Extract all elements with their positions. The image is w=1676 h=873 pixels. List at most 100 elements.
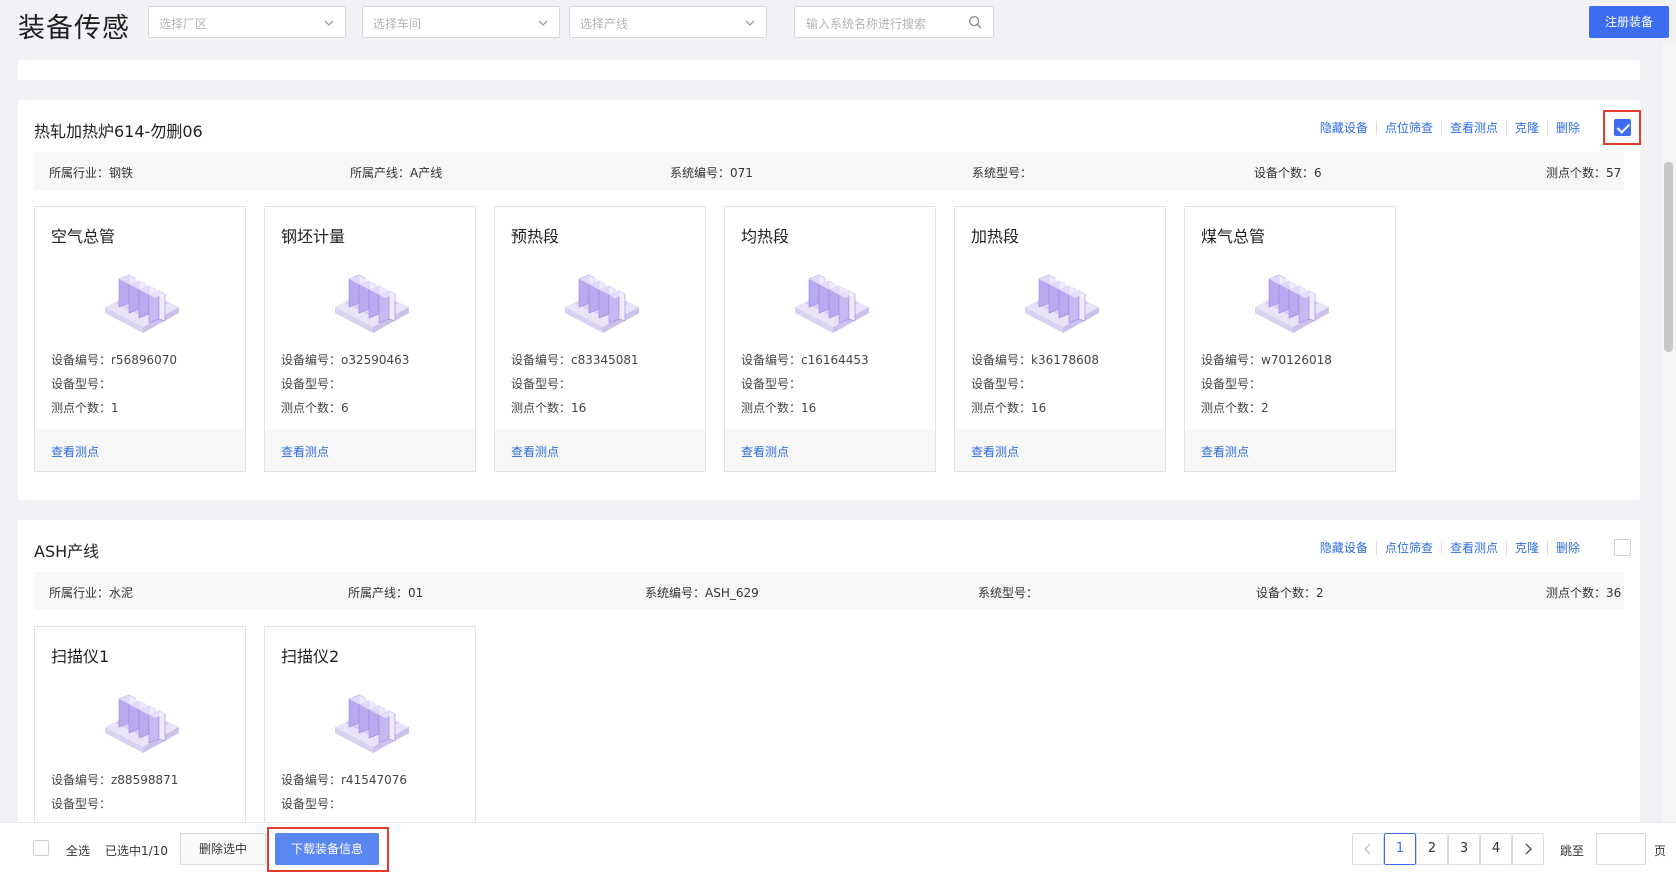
delete-selected-button[interactable]: 删除选中: [180, 833, 266, 865]
device-name: 加热段: [971, 227, 1020, 246]
bottom-action-bar: 全选 已选中1/10 删除选中 下载装备信息 1 2 3 4 跳至 页: [0, 822, 1676, 873]
info-industry: 所属行业：钢铁: [49, 166, 134, 180]
device-code: 设备编号：o32590463: [281, 353, 410, 367]
info-system-model: 系统型号：: [972, 166, 1033, 180]
clone-link[interactable]: 克隆: [1507, 541, 1548, 555]
info-point-count: 测点个数：57: [1546, 166, 1622, 180]
device-model: 设备型号：: [741, 377, 802, 391]
top-bar: 装备传感 选择厂区 选择车间 选择产线 输入系统名称进行搜索 注册装备: [0, 0, 1676, 44]
view-points-link[interactable]: 查看测点: [1442, 541, 1507, 555]
device-points: 测点个数：16: [511, 401, 587, 415]
device-card[interactable]: 扫描仪2 设备编号：r41547076 设备型号：: [264, 626, 476, 822]
device-card[interactable]: 空气总管 设备编号：r56896070 设备型号： 测点个数：1 查看测点: [34, 206, 246, 472]
server-rack-icon: [1249, 263, 1333, 333]
view-points-link[interactable]: 查看测点: [971, 443, 1019, 460]
group-select-checkbox[interactable]: [1614, 539, 1631, 556]
device-name: 钢坯计量: [281, 227, 346, 246]
next-page-button[interactable]: [1512, 833, 1544, 865]
card-footer: 查看测点: [265, 429, 475, 471]
search-icon[interactable]: [968, 15, 983, 30]
device-code: 设备编号：k36178608: [971, 353, 1100, 367]
server-rack-icon: [99, 263, 183, 333]
card-footer: 查看测点: [725, 429, 935, 471]
chevron-left-icon: [1364, 843, 1371, 855]
chevron-down-icon: [324, 20, 334, 26]
device-card[interactable]: 加热段 设备编号：k36178608 设备型号： 测点个数：16 查看测点: [954, 206, 1166, 472]
point-screening-link[interactable]: 点位筛查: [1377, 121, 1442, 135]
view-points-link[interactable]: 查看测点: [281, 443, 329, 460]
hide-devices-link[interactable]: 隐藏设备: [1312, 121, 1377, 135]
device-code: 设备编号：c16164453: [741, 353, 869, 367]
server-rack-icon: [789, 263, 873, 333]
card-footer: 查看测点: [1185, 429, 1395, 471]
page-button-2[interactable]: 2: [1416, 833, 1448, 865]
server-rack-icon: [99, 683, 183, 753]
group-actions: 隐藏设备 点位筛查 查看测点 克隆 删除: [1312, 541, 1588, 555]
page-button-3[interactable]: 3: [1448, 833, 1480, 865]
device-name: 均热段: [741, 227, 790, 246]
view-points-link[interactable]: 查看测点: [511, 443, 559, 460]
search-placeholder: 输入系统名称进行搜索: [806, 17, 927, 31]
device-model: 设备型号：: [971, 377, 1032, 391]
device-code: 设备编号：r41547076: [281, 773, 408, 787]
line-select-placeholder: 选择产线: [580, 17, 629, 31]
content-scroll-area[interactable]: 热轧加热炉614-勿删06 隐藏设备 点位筛查 查看测点 克隆 删除 所属行业：…: [0, 44, 1660, 822]
clone-link[interactable]: 克隆: [1507, 121, 1548, 135]
view-points-link[interactable]: 查看测点: [51, 443, 99, 460]
card-footer: 查看测点: [495, 429, 705, 471]
register-equipment-button[interactable]: 注册装备: [1589, 6, 1669, 38]
prev-page-button[interactable]: [1352, 833, 1384, 865]
info-system-no: 系统编号：ASH_629: [645, 586, 759, 600]
delete-link[interactable]: 删除: [1548, 121, 1588, 135]
chevron-down-icon: [745, 20, 755, 26]
system-group: ASH产线 隐藏设备 点位筛查 查看测点 克隆 删除 所属行业：水泥 所属产线：…: [18, 520, 1640, 822]
server-rack-icon: [559, 263, 643, 333]
selected-count: 已选中1/10: [105, 844, 168, 858]
search-input[interactable]: 输入系统名称进行搜索: [794, 6, 994, 38]
page-button-1[interactable]: 1: [1384, 833, 1416, 865]
group-info-bar: 所属行业：钢铁 所属产线：A产线 系统编号：071 系统型号： 设备个数：6 测…: [34, 152, 1624, 190]
point-screening-link[interactable]: 点位筛查: [1377, 541, 1442, 555]
device-model: 设备型号：: [51, 797, 112, 811]
group-actions: 隐藏设备 点位筛查 查看测点 克隆 删除: [1312, 121, 1588, 135]
info-device-count: 设备个数：6: [1254, 166, 1322, 180]
line-select[interactable]: 选择产线: [569, 6, 767, 38]
device-points: 测点个数：2: [1201, 401, 1269, 415]
info-line: 所属产线：01: [348, 586, 424, 600]
device-points: 测点个数：16: [971, 401, 1047, 415]
select-all-checkbox[interactable]: [33, 840, 49, 856]
device-code: 设备编号：c83345081: [511, 353, 639, 367]
device-model: 设备型号：: [1201, 377, 1262, 391]
device-model: 设备型号：: [511, 377, 572, 391]
server-rack-icon: [329, 263, 413, 333]
device-card[interactable]: 扫描仪1 设备编号：z88598871 设备型号：: [34, 626, 246, 822]
device-card[interactable]: 钢坯计量 设备编号：o32590463 设备型号： 测点个数：6 查看测点: [264, 206, 476, 472]
info-industry: 所属行业：水泥: [49, 586, 134, 600]
hide-devices-link[interactable]: 隐藏设备: [1312, 541, 1377, 555]
delete-link[interactable]: 删除: [1548, 541, 1588, 555]
scrollbar-thumb[interactable]: [1664, 162, 1673, 352]
device-name: 煤气总管: [1201, 227, 1266, 246]
device-card[interactable]: 均热段 设备编号：c16164453 设备型号： 测点个数：16 查看测点: [724, 206, 936, 472]
jump-page-input[interactable]: [1596, 833, 1646, 865]
factory-select[interactable]: 选择厂区: [148, 6, 346, 38]
device-code: 设备编号：z88598871: [51, 773, 179, 787]
device-name: 扫描仪1: [51, 647, 110, 666]
chevron-down-icon: [538, 20, 548, 26]
select-all-label[interactable]: 全选: [66, 842, 90, 859]
view-points-link[interactable]: 查看测点: [1201, 443, 1249, 460]
view-points-link[interactable]: 查看测点: [1442, 121, 1507, 135]
highlight-box: [267, 827, 389, 872]
page-button-4[interactable]: 4: [1480, 833, 1512, 865]
view-points-link[interactable]: 查看测点: [741, 443, 789, 460]
group-info-bar: 所属行业：水泥 所属产线：01 系统编号：ASH_629 系统型号： 设备个数：…: [34, 572, 1624, 610]
device-points: 测点个数：16: [741, 401, 817, 415]
device-card[interactable]: 预热段 设备编号：c83345081 设备型号： 测点个数：16 查看测点: [494, 206, 706, 472]
vertical-scrollbar[interactable]: [1660, 44, 1676, 822]
group-title: 热轧加热炉614-勿删06: [34, 122, 203, 141]
workshop-select[interactable]: 选择车间: [362, 6, 560, 38]
device-name: 空气总管: [51, 227, 116, 246]
device-card[interactable]: 煤气总管 设备编号：w70126018 设备型号： 测点个数：2 查看测点: [1184, 206, 1396, 472]
card-footer: 查看测点: [955, 429, 1165, 471]
device-model: 设备型号：: [281, 377, 342, 391]
